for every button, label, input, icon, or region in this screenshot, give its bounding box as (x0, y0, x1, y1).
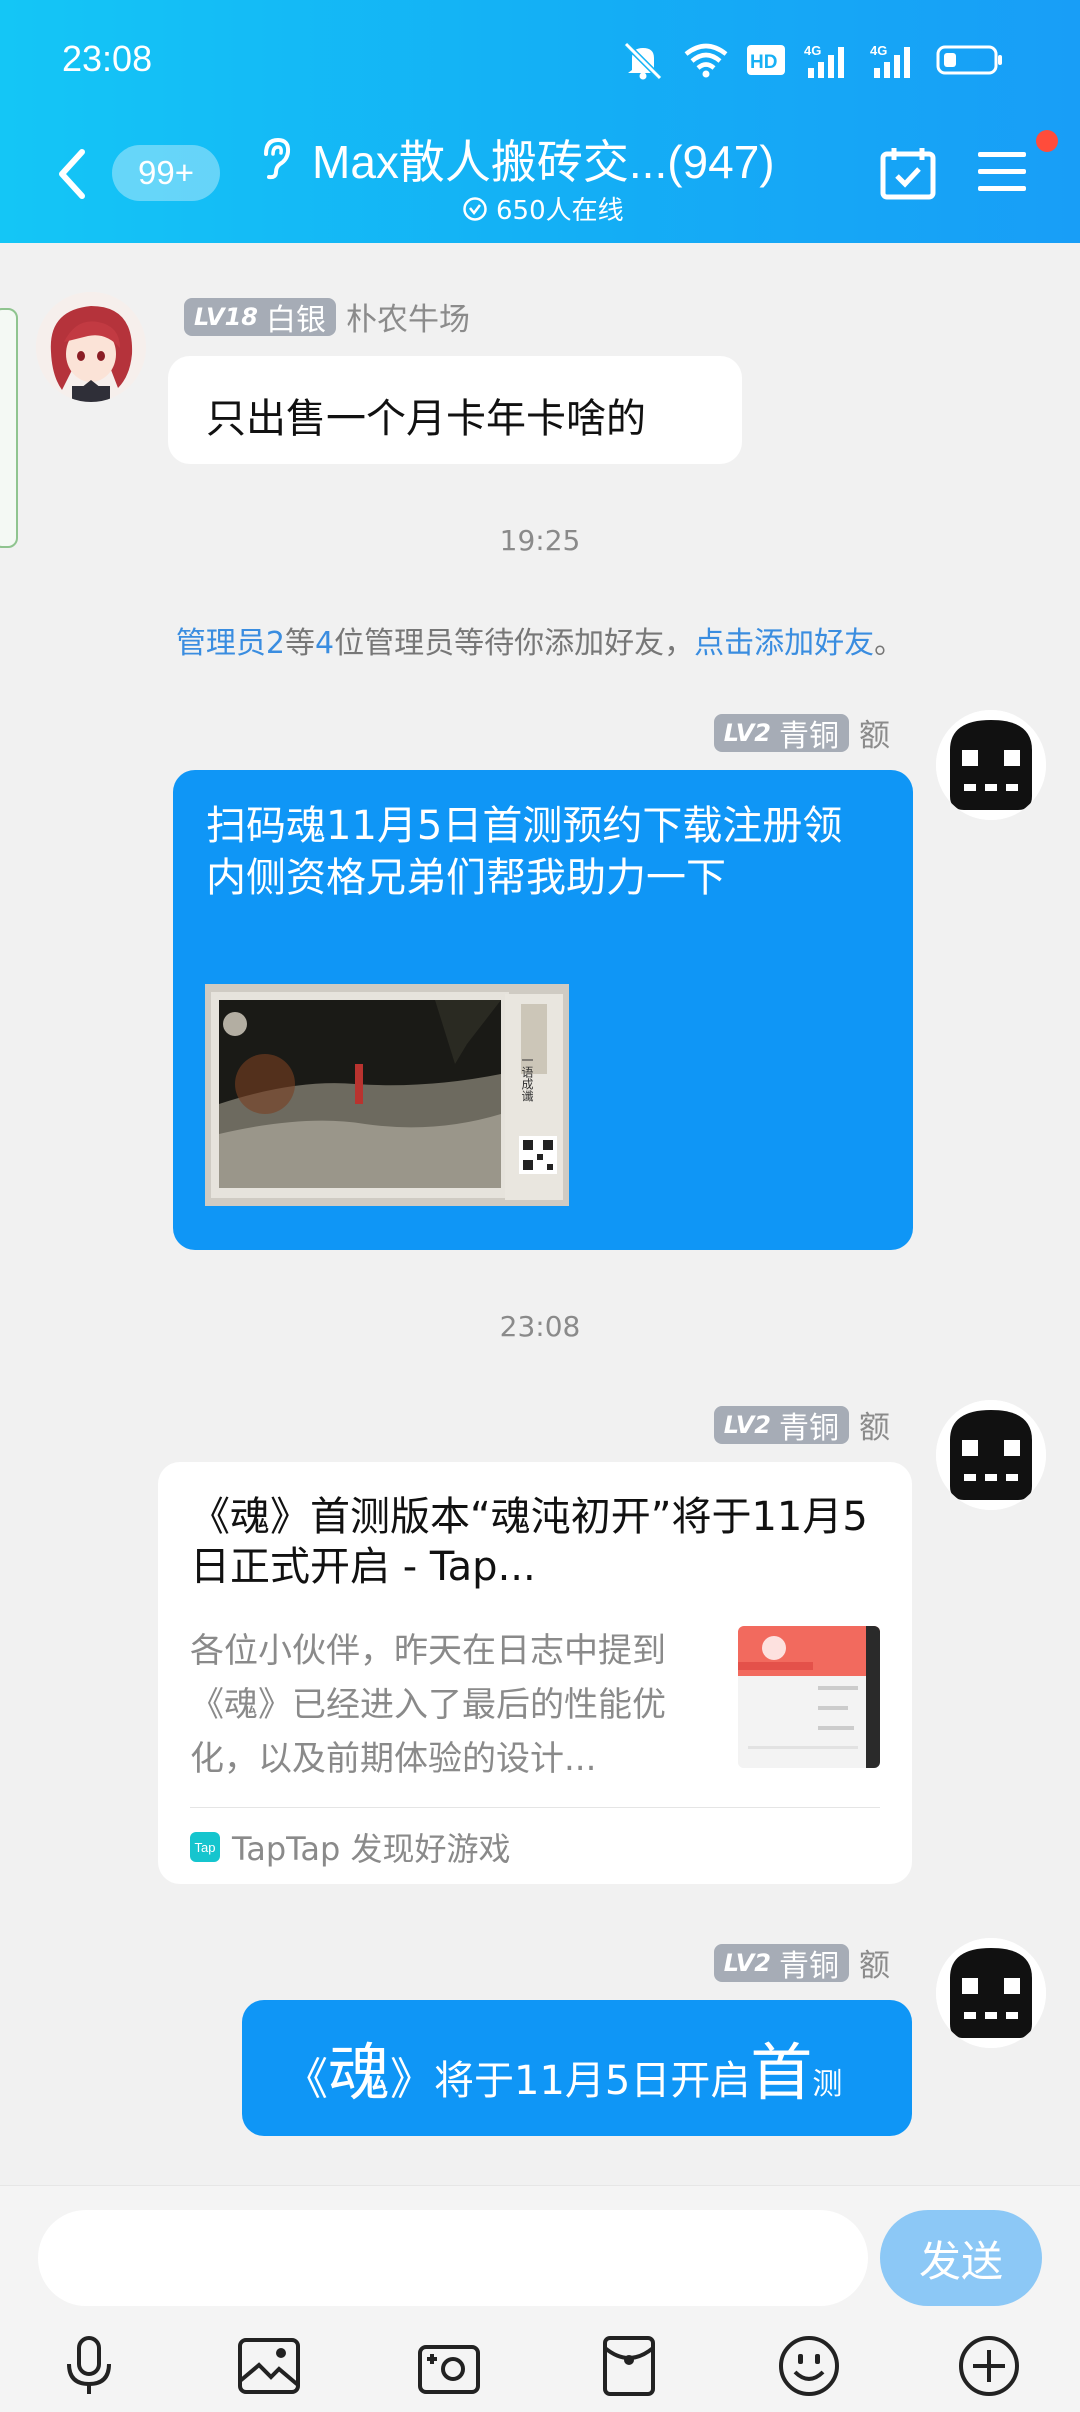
side-drawer-tab[interactable] (0, 308, 18, 548)
camera-icon[interactable] (414, 2331, 484, 2401)
sender-info: LV2 青铜 额 (713, 1940, 890, 1985)
group-title[interactable]: Max散人搬砖交...(947) (312, 126, 775, 192)
rich-message-text: 《 魂 》 将于11月5日开启 首 测 (284, 2022, 842, 2112)
rich-text-part: 》 (390, 2054, 435, 2105)
unread-count-badge[interactable]: 99+ (112, 145, 220, 201)
level-badge: LV18 白银 (184, 297, 336, 338)
photo-icon[interactable] (234, 2331, 304, 2401)
message-bubble[interactable]: 《 魂 》 将于11月5日开启 首 测 (242, 2000, 912, 2136)
send-button[interactable]: 发送 (880, 2210, 1042, 2306)
microphone-icon[interactable] (54, 2331, 124, 2401)
ear-icon[interactable] (258, 136, 292, 180)
notice-text: 。 (874, 626, 905, 661)
battery-icon (936, 45, 1002, 75)
link-card-summary: 各位小伙伴，昨天在日志中提到《魂》已经进入了最后的性能优化，以及前期体验的设计.… (190, 1631, 666, 1779)
sender-name: 额 (859, 1410, 890, 1446)
taptap-logo-icon: Tap (190, 1832, 220, 1862)
message-input[interactable] (38, 2210, 868, 2306)
chat-header: 23:08 HD 4G 4G 99+ Max散人搬砖交...(947) 650人… (0, 0, 1080, 243)
avatar[interactable] (936, 1400, 1046, 1510)
timestamp: 19:25 (499, 524, 581, 557)
rank-text: 青铜 (779, 1410, 839, 1446)
hd-icon: HD (747, 45, 785, 75)
sender-name: 额 (859, 1948, 890, 1984)
menu-icon[interactable] (976, 148, 1028, 196)
notification-dot (1036, 130, 1058, 152)
signal-4g-icon: 4G (804, 43, 844, 78)
rank-text: 青铜 (779, 1948, 839, 1984)
rank-text: 青铜 (779, 718, 839, 754)
admin-link[interactable]: 管理员2 (176, 626, 285, 661)
add-friend-link[interactable]: 点击添加好友 (694, 626, 874, 661)
rich-text-part: 《 (284, 2054, 328, 2105)
notice-text: 等 (285, 626, 315, 661)
svg-text:4G: 4G (870, 43, 887, 58)
message-text: 扫码魂11月5日首测预约下载注册领内侧资格兄弟们帮我助力一下 (206, 803, 843, 901)
sender-info: LV2 青铜 额 (713, 710, 890, 755)
notice-text: 位管理员等待你添加好友， (334, 626, 695, 661)
poster-caption: 一语成谶 (520, 1054, 534, 1102)
system-notice: 管理员2等4位管理员等待你添加好友，点击添加好友。 (0, 618, 1080, 662)
message-bubble[interactable]: 扫码魂11月5日首测预约下载注册领内侧资格兄弟们帮我助力一下 一语成谶 (173, 770, 913, 1250)
level-badge: LV2 青铜 (713, 713, 849, 754)
rich-text-part: 测 (812, 2067, 843, 2102)
back-icon[interactable] (52, 146, 92, 202)
level-badge: LV2 青铜 (713, 1405, 849, 1446)
avatar[interactable] (936, 1938, 1046, 2048)
level-text: LV18 (194, 302, 258, 331)
status-time: 23:08 (62, 38, 153, 79)
plus-icon[interactable] (954, 2331, 1024, 2401)
avatar[interactable] (36, 292, 146, 402)
level-text: LV2 (723, 718, 771, 747)
timestamp: 23:08 (499, 1310, 581, 1343)
poster-image[interactable]: 一语成谶 (205, 984, 569, 1206)
sender-name: 额 (859, 718, 890, 754)
status-icons: HD 4G 4G (620, 40, 1004, 80)
message-text: 只出售一个月卡年卡啥的 (206, 396, 646, 442)
rich-text-part: 将于11月5日开启 (434, 2058, 751, 2104)
message-bubble[interactable]: 只出售一个月卡年卡啥的 (168, 356, 742, 464)
rich-text-part: 首 (750, 2036, 813, 2109)
avatar[interactable] (936, 710, 1046, 820)
mute-bell-icon (623, 41, 663, 80)
rank-text: 白银 (265, 302, 326, 338)
sender-info: LV2 青铜 额 (713, 1402, 890, 1447)
link-card-title: 《魂》首测版本“魂沌初开”将于11月5日正式开启 - Tap... (190, 1494, 868, 1590)
calendar-check-icon[interactable] (880, 146, 936, 200)
red-packet-icon[interactable] (594, 2331, 664, 2401)
online-count-row: 650人在线 (462, 190, 624, 227)
wifi-icon (684, 43, 728, 78)
rich-text-part: 魂 (328, 2036, 391, 2109)
online-check-icon (463, 196, 487, 221)
level-text: LV2 (723, 1410, 771, 1439)
input-toolbar (0, 2331, 1080, 2411)
sender-info: LV18 白银 朴农牛场 (184, 294, 470, 339)
link-card-source-name: TapTap 发现好游戏 (232, 1830, 511, 1868)
sender-name: 朴农牛场 (345, 302, 470, 338)
svg-text:HD: HD (750, 52, 777, 73)
signal-4g-icon: 4G (870, 43, 910, 78)
online-count: 650人在线 (496, 196, 624, 226)
input-area: 发送 (0, 2185, 1080, 2412)
link-card-source: Tap TapTap 发现好游戏 (190, 1824, 511, 1870)
admin-count: 4 (315, 626, 335, 661)
svg-text:4G: 4G (804, 43, 821, 58)
link-card-thumbnail (738, 1626, 880, 1768)
level-badge: LV2 青铜 (713, 1943, 849, 1984)
divider (190, 1807, 880, 1808)
emoji-icon[interactable] (774, 2331, 844, 2401)
link-card[interactable]: 《魂》首测版本“魂沌初开”将于11月5日正式开启 - Tap... 各位小伙伴，… (158, 1462, 912, 1884)
level-text: LV2 (723, 1948, 771, 1977)
